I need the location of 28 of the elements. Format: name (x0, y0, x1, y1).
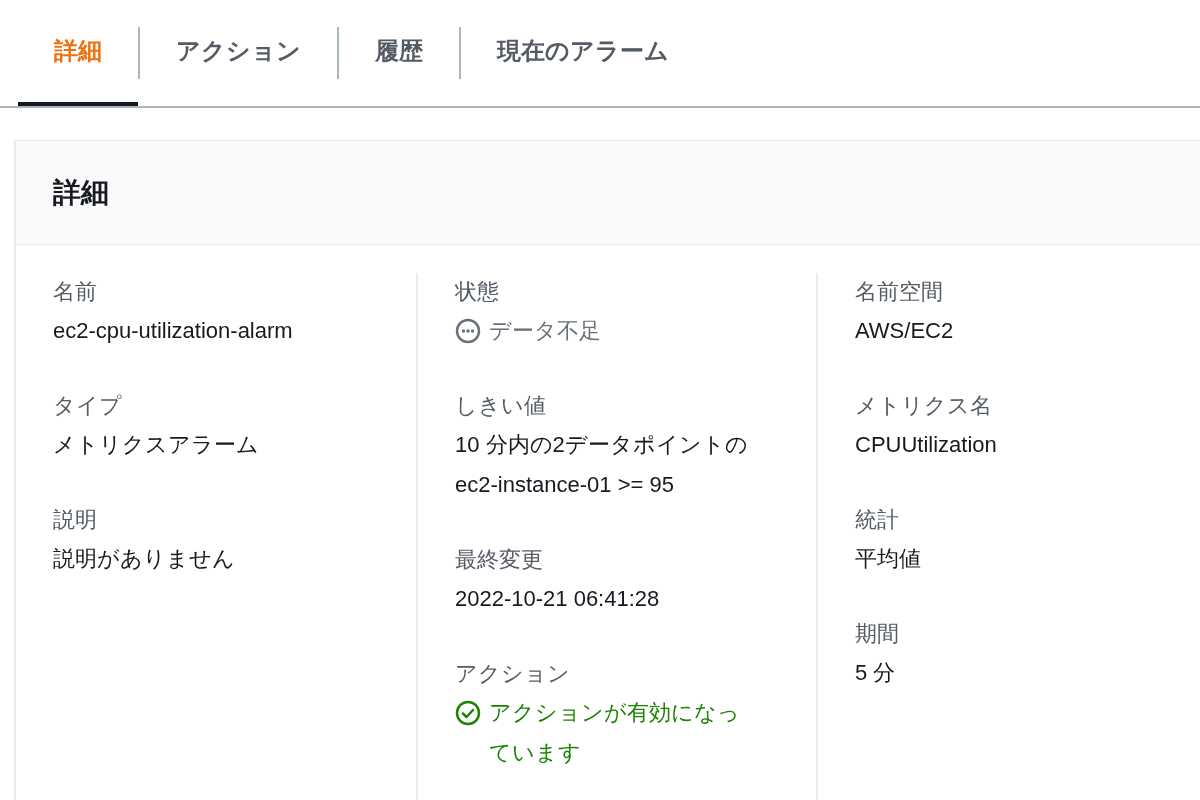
panel-title: 詳細 (53, 175, 109, 210)
field-label: 期間 (855, 620, 900, 648)
field-value: CPUUtilization (855, 431, 997, 459)
field-label: タイプ (53, 392, 123, 420)
field-label: アクション (455, 660, 571, 688)
field-value: データ不足 (489, 317, 601, 345)
tab[interactable]: アクション (140, 0, 337, 106)
field-value: 説明がありません (53, 545, 235, 573)
field-label: 名前空間 (855, 278, 944, 306)
field-value: 5 分 (855, 659, 896, 687)
ellipsis-circle-icon (455, 318, 481, 344)
check-circle-icon (455, 700, 481, 726)
tab[interactable]: 履歴 (339, 0, 459, 106)
field-label: 最終変更 (455, 546, 544, 574)
field-value: ec2-cpu-utilization-alarm (53, 317, 293, 345)
field-label: しきい値 (455, 392, 547, 420)
field-value: メトリクスアラーム (53, 431, 259, 459)
field-value: 2022-10-21 06:41:28 (455, 585, 660, 613)
field-label: 状態 (455, 278, 500, 306)
field-label: 説明 (53, 506, 98, 534)
field-value: アクションが有効になっ ています (489, 699, 740, 767)
field-value: 10 分内の2データポイントの ec2-instance-01 >= 95 (455, 431, 748, 499)
field-label: 統計 (855, 506, 900, 534)
field-value: 平均値 (855, 545, 921, 573)
tab[interactable]: 現在のアラーム (461, 0, 705, 106)
field-value: AWS/EC2 (855, 317, 954, 345)
field-label: メトリクス名 (855, 392, 993, 420)
field-label: 名前 (53, 278, 98, 306)
